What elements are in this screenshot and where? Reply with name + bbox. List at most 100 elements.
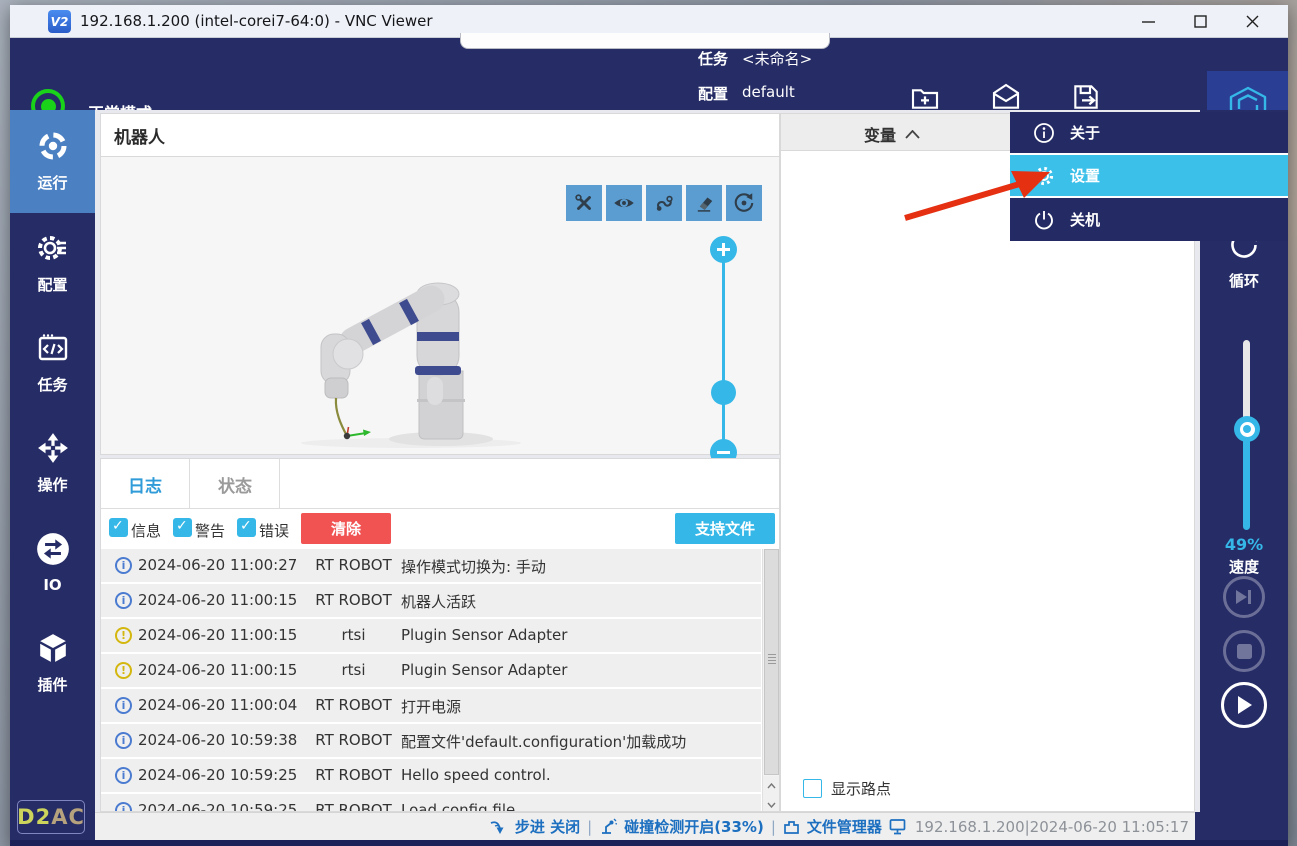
save-icon: [1070, 81, 1102, 113]
info-icon: i: [115, 767, 132, 784]
step-forward-button[interactable]: [1223, 576, 1265, 618]
filter-error-label: 错误: [259, 520, 289, 541]
speed-percent: 49%: [1200, 535, 1288, 554]
table-row[interactable]: ! 2024-06-20 11:00:15 rtsi Plugin Sensor…: [101, 619, 761, 654]
table-row[interactable]: i 2024-06-20 11:00:15 RT ROBOT 机器人活跃: [101, 584, 761, 619]
collision-status[interactable]: 碰撞检测开启(33%): [624, 816, 764, 837]
info-icon: i: [115, 592, 132, 609]
table-row[interactable]: i 2024-06-20 11:00:04 RT ROBOT 打开电源: [101, 689, 761, 724]
log-filter-row: 信息 警告 错误 清除 支持文件: [101, 509, 779, 547]
plugin-cube-icon: [37, 632, 69, 664]
filter-info-label: 信息: [131, 520, 161, 541]
device-badge: D2AC: [17, 800, 85, 834]
show-waypoints-row: 显示路点: [803, 778, 891, 799]
robot-3d-view[interactable]: [100, 157, 780, 455]
sidebar-item-plugin[interactable]: 插件: [10, 613, 95, 713]
zoom-in-button[interactable]: [710, 236, 737, 263]
speed-slider-handle[interactable]: [1234, 416, 1260, 442]
view-visibility-button[interactable]: [606, 185, 642, 221]
menu-item-settings[interactable]: 设置: [1010, 155, 1288, 198]
minimize-button[interactable]: [1122, 5, 1174, 38]
badge-left: D2: [17, 805, 51, 829]
sidebar-item-task[interactable]: 任务: [10, 313, 95, 413]
log-table: i 2024-06-20 11:00:27 RT ROBOT 操作模式切换为: …: [101, 549, 761, 812]
warning-icon: !: [115, 662, 132, 679]
view-tools-button[interactable]: [566, 185, 602, 221]
file-manager-link[interactable]: 文件管理器: [807, 816, 882, 837]
close-button[interactable]: [1226, 5, 1278, 38]
collision-detect-icon: [599, 818, 617, 835]
menu-item-label: 关于: [1070, 122, 1100, 143]
scrollbar-thumb[interactable]: [764, 549, 779, 775]
table-row[interactable]: ! 2024-06-20 11:00:15 rtsi Plugin Sensor…: [101, 654, 761, 689]
loop-label: 循环: [1229, 270, 1259, 291]
badge-right: AC: [51, 805, 85, 829]
sidebar-item-run[interactable]: 运行: [10, 110, 95, 213]
window-bottom-edge: [10, 840, 1288, 846]
new-folder-icon: [909, 81, 941, 113]
table-row[interactable]: i 2024-06-20 11:00:27 RT ROBOT 操作模式切换为: …: [101, 549, 761, 584]
sidebar-item-label: 任务: [37, 374, 67, 395]
log-time: 2024-06-20 11:00:04: [138, 696, 297, 714]
skip-icon: [1234, 589, 1254, 605]
play-button[interactable]: [1221, 682, 1267, 728]
sidebar-item-io[interactable]: IO: [10, 513, 95, 613]
maximize-button[interactable]: [1174, 5, 1226, 38]
view-reset-button[interactable]: [726, 185, 762, 221]
menu-item-about[interactable]: 关于: [1010, 112, 1288, 155]
tools-icon: [573, 192, 595, 214]
open-envelope-icon: [990, 81, 1022, 113]
scroll-up-button[interactable]: [763, 776, 780, 795]
config-row: 配置 default: [698, 83, 795, 104]
collapse-chevron-icon: [905, 130, 920, 139]
filter-error-checkbox[interactable]: [237, 518, 256, 537]
scroll-down-button[interactable]: [763, 795, 780, 812]
tab-status[interactable]: 状态: [191, 459, 280, 509]
config-value: default: [742, 83, 795, 104]
zoom-slider-handle[interactable]: [711, 380, 736, 405]
task-value: <未命名>: [742, 48, 812, 69]
tab-log[interactable]: 日志: [101, 459, 190, 509]
run-target-icon: [37, 130, 69, 162]
log-source: RT ROBOT: [291, 556, 416, 574]
vnc-viewer-icon: V2: [48, 10, 71, 33]
log-scrollbar[interactable]: [762, 549, 779, 812]
clear-log-button[interactable]: 清除: [301, 513, 391, 544]
table-row[interactable]: i 2024-06-20 10:59:25 RT ROBOT Hello spe…: [101, 759, 761, 794]
log-time: 2024-06-20 10:59:38: [138, 731, 297, 749]
log-message: Hello speed control.: [401, 766, 551, 784]
log-source: RT ROBOT: [291, 801, 416, 812]
stop-icon: [1237, 644, 1252, 659]
step-mode-icon: [490, 819, 508, 835]
show-waypoints-checkbox[interactable]: [803, 779, 822, 798]
app-dropdown-menu: 关于 设置 关机: [1010, 112, 1288, 241]
variables-title: 变量: [864, 122, 896, 146]
view-erase-button[interactable]: [686, 185, 722, 221]
log-source: RT ROBOT: [291, 766, 416, 784]
speed-slider-fill[interactable]: [1243, 430, 1250, 530]
log-tab-row: 日志 状态: [101, 459, 779, 509]
sidebar-item-label: 配置: [37, 274, 67, 295]
vnc-toolbar-tab[interactable]: [460, 33, 830, 49]
table-row[interactable]: i 2024-06-20 10:59:38 RT ROBOT 配置文件'defa…: [101, 724, 761, 759]
config-gear-icon: [37, 232, 69, 264]
filter-warning-checkbox[interactable]: [173, 518, 192, 537]
sidebar-item-label: 运行: [37, 172, 67, 193]
desktop-background: V2 192.168.1.200 (intel-corei7-64:0) - V…: [0, 0, 1297, 846]
sidebar-item-operate[interactable]: 操作: [10, 413, 95, 513]
log-message: Load config file: [401, 801, 515, 812]
support-file-button[interactable]: 支持文件: [675, 513, 775, 544]
view-path-button[interactable]: [646, 185, 682, 221]
sidebar-item-config[interactable]: 配置: [10, 213, 95, 313]
menu-item-label: 设置: [1070, 165, 1100, 186]
filter-info-checkbox[interactable]: [109, 518, 128, 537]
stop-button[interactable]: [1223, 630, 1265, 672]
chevron-down-icon: [767, 802, 776, 808]
vnc-window: V2 192.168.1.200 (intel-corei7-64:0) - V…: [10, 5, 1288, 846]
log-message: 机器人活跃: [401, 591, 476, 612]
monitor-icon: [889, 818, 908, 835]
filter-warning-label: 警告: [195, 520, 225, 541]
table-row[interactable]: i 2024-06-20 10:59:25 RT ROBOT Load conf…: [101, 794, 761, 812]
step-mode-status[interactable]: 步进 关闭: [515, 816, 580, 837]
menu-item-shutdown[interactable]: 关机: [1010, 198, 1288, 241]
